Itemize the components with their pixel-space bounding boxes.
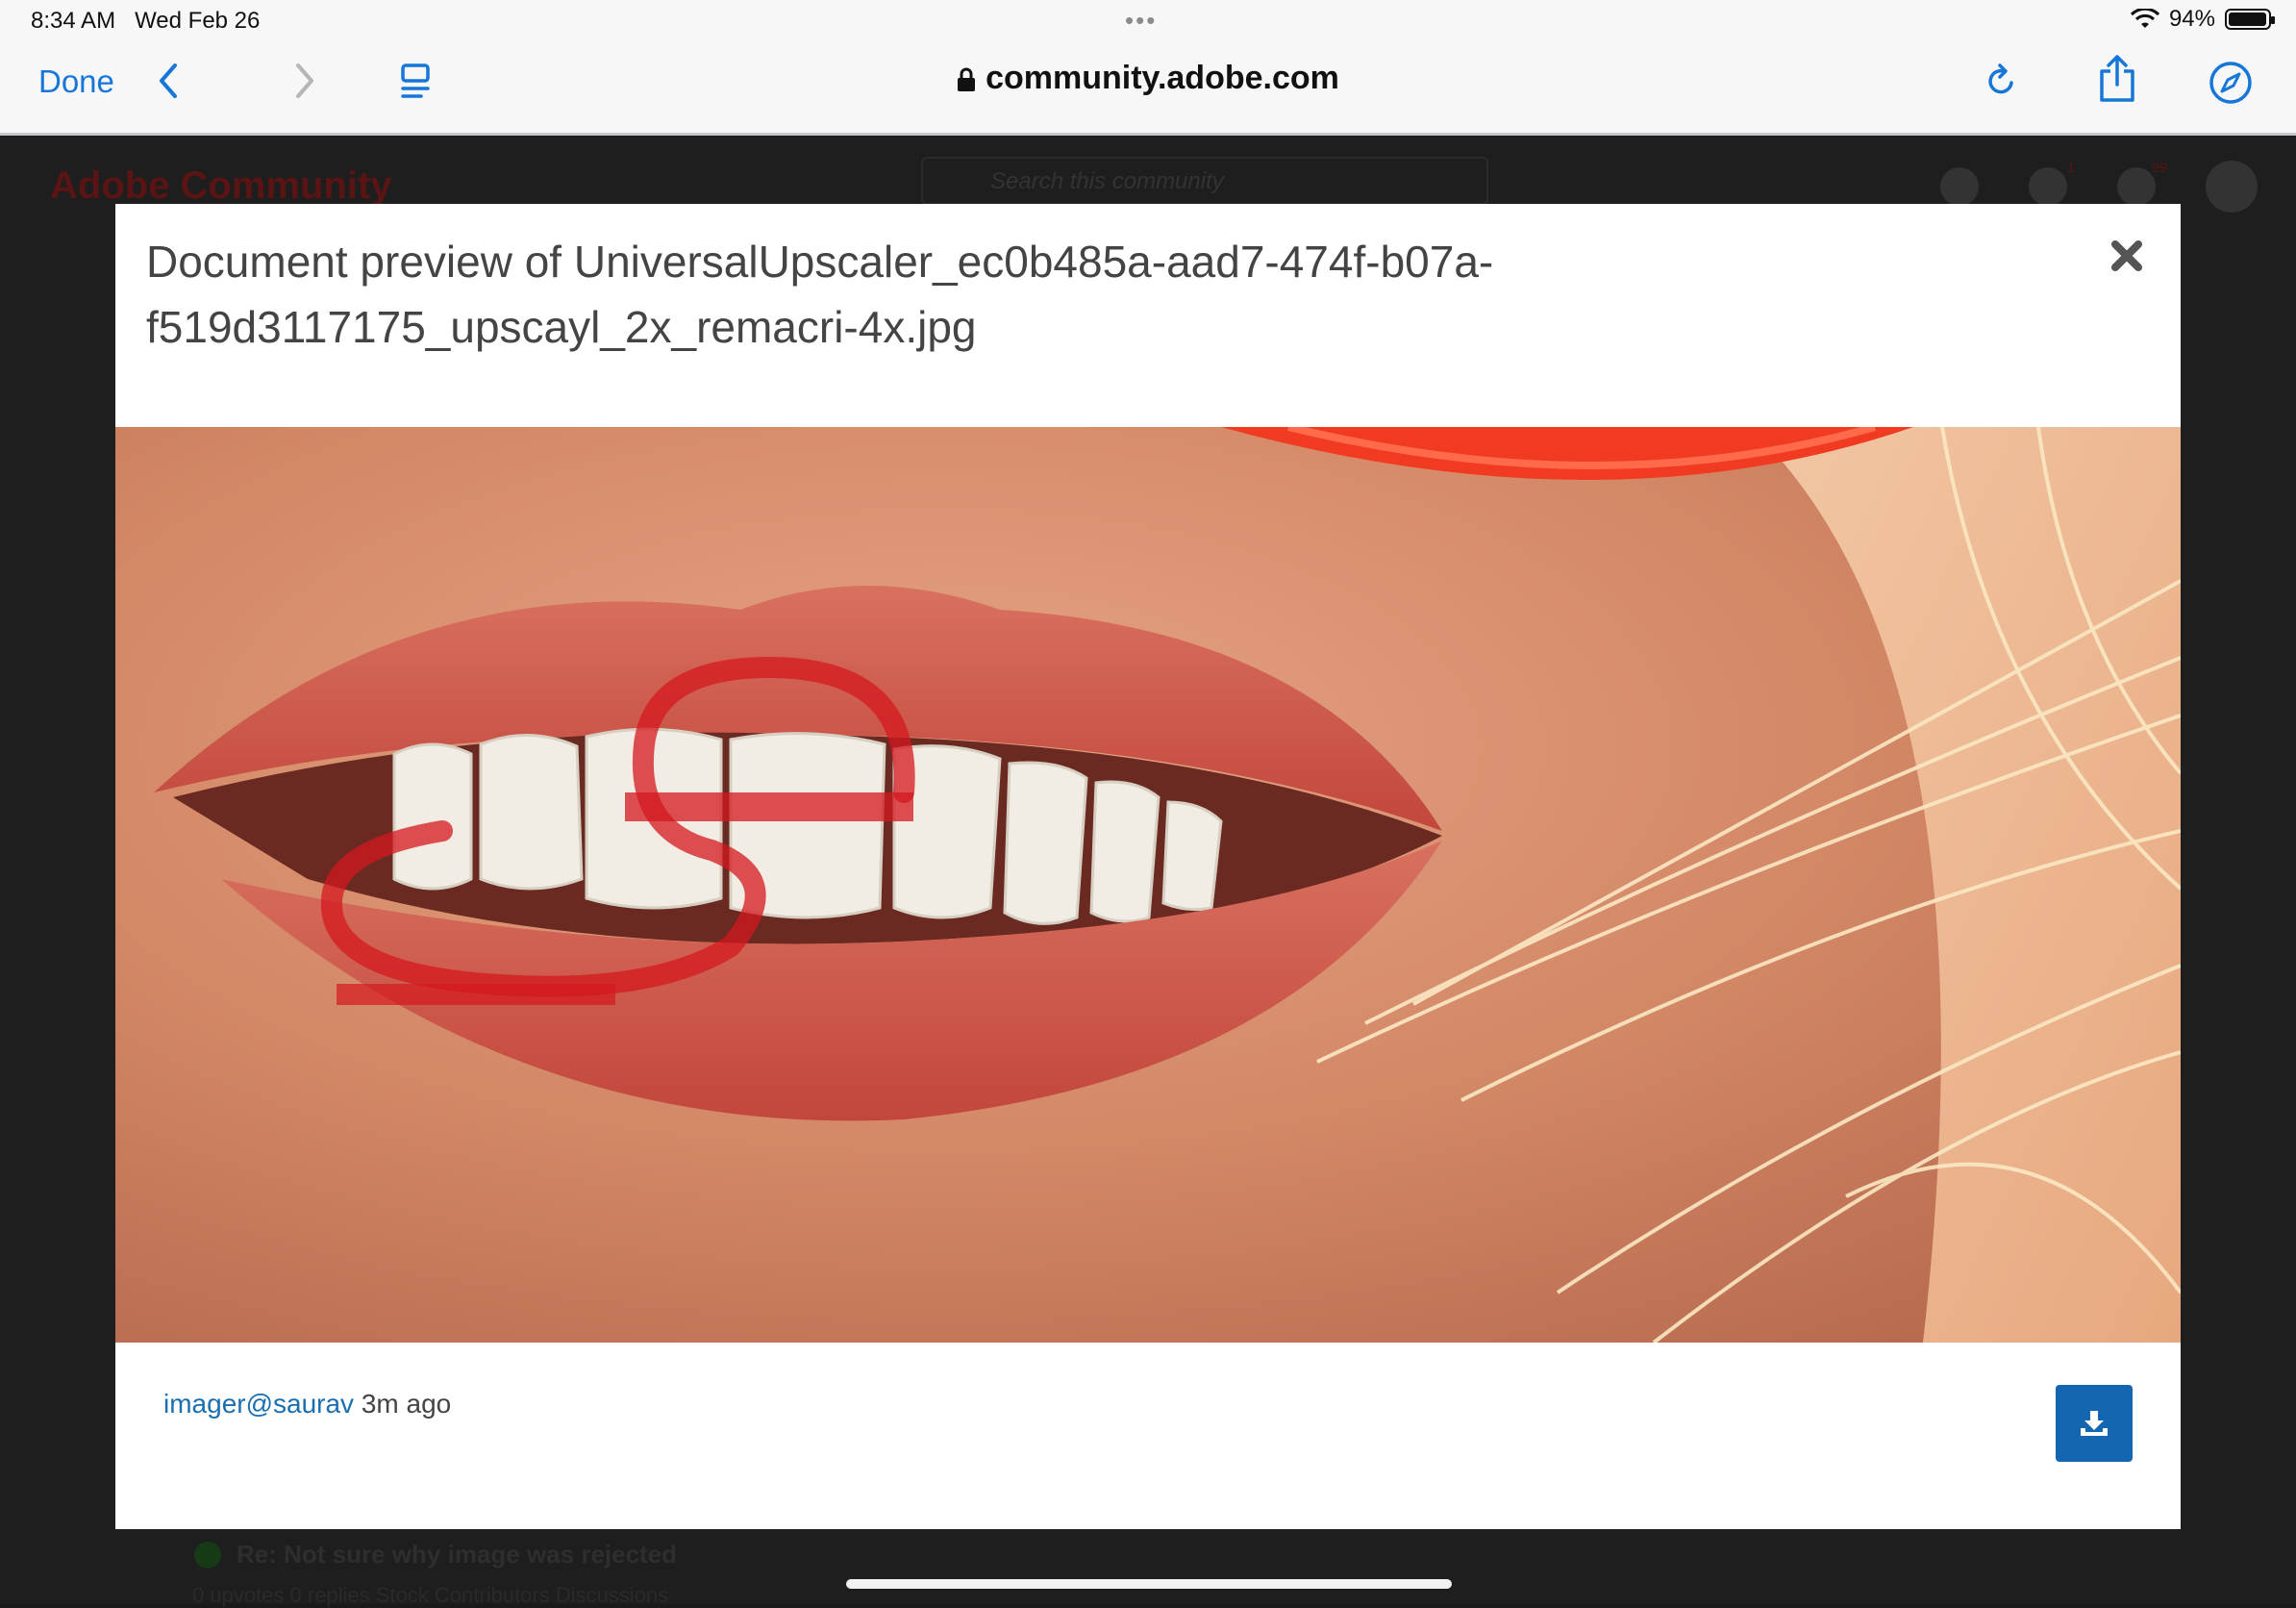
- close-icon[interactable]: [2108, 237, 2146, 275]
- address-bar[interactable]: community.adobe.com: [0, 60, 2296, 97]
- avatar: [2206, 161, 2258, 213]
- battery-percent: 94%: [2168, 6, 2215, 32]
- community-search-input: Search this community: [921, 157, 1488, 205]
- post-title: Re: Not sure why image was rejected: [237, 1540, 678, 1569]
- status-indicators: 94%: [2130, 6, 2275, 33]
- upload-meta: imager@saurav 3m ago: [163, 1389, 451, 1420]
- compass-icon[interactable]: [2208, 60, 2254, 106]
- share-icon[interactable]: [2096, 54, 2138, 104]
- wifi-icon: [2130, 9, 2159, 28]
- download-icon: [2081, 1411, 2108, 1436]
- url-text: community.adobe.com: [986, 60, 1339, 96]
- preview-image: [115, 427, 2181, 1343]
- document-preview-modal: Document preview of UniversalUpscaler_ec…: [115, 204, 2181, 1529]
- date: Wed Feb 26: [135, 8, 261, 34]
- clock: 8:34 AM: [31, 8, 116, 34]
- browser-chrome: 8:34 AM Wed Feb 26 ••• 94% Done communit…: [0, 0, 2296, 136]
- bell-icon: 99: [2117, 160, 2167, 206]
- lock-icon: [958, 67, 976, 92]
- post-meta: 0 upvotes 0 replies Stock Contributors D…: [192, 1583, 669, 1607]
- time-ago: 3m ago: [361, 1389, 452, 1419]
- download-button[interactable]: [2056, 1385, 2133, 1462]
- preview-photo: [115, 427, 2181, 1343]
- adobe-community-logo: Adobe Community: [50, 164, 392, 207]
- battery-icon: [2225, 9, 2275, 30]
- home-indicator[interactable]: [846, 1579, 1452, 1589]
- mail-icon: 1: [2029, 160, 2075, 206]
- author-link[interactable]: imager@saurav: [163, 1389, 354, 1419]
- status-time: 8:34 AM Wed Feb 26: [31, 8, 260, 35]
- solved-check-icon: [194, 1542, 221, 1569]
- reload-icon[interactable]: [1983, 60, 2021, 102]
- globe-icon: [1940, 167, 1979, 206]
- multitasking-dots-icon[interactable]: •••: [1125, 6, 1157, 36]
- modal-title: Document preview of UniversalUpscaler_ec…: [146, 237, 1494, 352]
